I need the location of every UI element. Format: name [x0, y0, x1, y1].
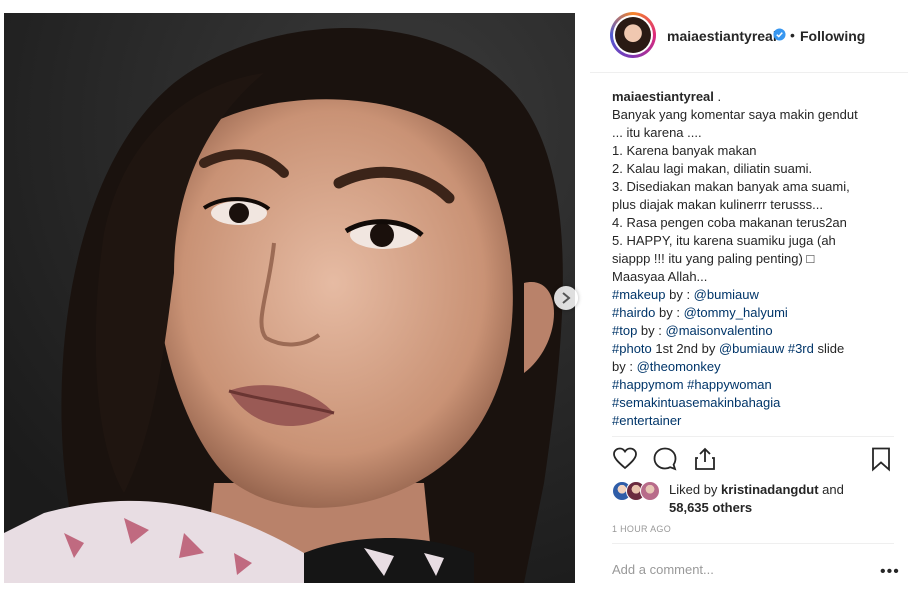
caption-line: #hairdo by : @tommy_halyumi: [612, 305, 788, 320]
caption-line: ... itu karena ....: [612, 125, 702, 140]
post: maiaestiantyreal • Following maiaestiant…: [0, 0, 908, 594]
action-bar: [612, 446, 902, 474]
divider: [590, 72, 908, 73]
divider: [612, 436, 894, 437]
caption-line: 2. Kalau lagi makan, diliatin suami.: [612, 161, 813, 176]
post-timestamp[interactable]: 1 HOUR AGO: [612, 524, 671, 534]
caption: maiaestiantyreal . Banyak yang komentar …: [612, 88, 894, 430]
caption-line: Banyak yang komentar saya makin gendut: [612, 107, 858, 122]
post-details-panel: maiaestiantyreal • Following maiaestiant…: [590, 0, 908, 594]
verified-badge-icon: [773, 28, 786, 41]
liker-avatars[interactable]: [612, 481, 664, 501]
caption-line: 5. HAPPY, itu karena suamiku juga (ah: [612, 233, 836, 248]
caption-line: #entertainer: [612, 412, 894, 430]
hashtag-link[interactable]: #top: [612, 323, 637, 338]
caption-line: Maasyaa Allah...: [612, 269, 708, 284]
caption-line: #top by : @maisonvalentino: [612, 323, 773, 338]
caption-line: #photo 1st 2nd by @bumiauw #3rd slide: [612, 341, 845, 356]
add-comment-input[interactable]: Add a comment...: [612, 562, 714, 577]
caption-line: plus diajak makan kulinerrr terusss...: [612, 197, 823, 212]
following-button[interactable]: Following: [800, 28, 865, 44]
hashtag-link[interactable]: #happymom: [612, 377, 684, 392]
likes-count[interactable]: 58,635 others: [669, 500, 752, 515]
chevron-right-icon: [562, 292, 571, 304]
mention-link[interactable]: @maisonvalentino: [666, 323, 773, 338]
hashtag-link[interactable]: #makeup: [612, 287, 665, 302]
post-photo[interactable]: [4, 13, 575, 583]
liker-username[interactable]: kristinadangdut: [721, 482, 819, 497]
caption-line: #semakintuasemakinbahagia: [612, 394, 894, 412]
divider: [612, 543, 894, 544]
hashtag-link[interactable]: #entertainer: [612, 413, 681, 428]
caption-first-line: maiaestiantyreal .: [612, 88, 894, 106]
hashtag-link[interactable]: #happywoman: [687, 377, 772, 392]
caption-line: #makeup by : @bumiauw: [612, 287, 759, 302]
caption-line: #happymom #happywoman: [612, 376, 894, 394]
post-header: maiaestiantyreal • Following: [590, 8, 908, 64]
caption-username[interactable]: maiaestiantyreal: [612, 89, 714, 104]
more-options-icon[interactable]: •••: [880, 563, 900, 581]
hashtag-link[interactable]: #hairdo: [612, 305, 655, 320]
likes-row: Liked by kristinadangdut and 58,635 othe…: [612, 479, 902, 515]
comment-icon[interactable]: [652, 446, 678, 472]
hashtag-link[interactable]: #semakintuasemakinbahagia: [612, 395, 780, 410]
hashtag-link[interactable]: #photo: [612, 341, 652, 356]
mention-link[interactable]: @tommy_halyumi: [684, 305, 788, 320]
portrait-image: [4, 13, 575, 583]
caption-line: 4. Rasa pengen coba makanan terus2an: [612, 215, 847, 230]
caption-line: siappp !!! itu yang paling penting) □: [612, 251, 815, 266]
caption-line: 3. Disediakan makan banyak ama suami,: [612, 179, 850, 194]
mention-link[interactable]: @bumiauw: [719, 341, 784, 356]
bookmark-icon[interactable]: [868, 446, 894, 472]
likes-summary: Liked by kristinadangdut and 58,635 othe…: [669, 482, 844, 515]
header-username[interactable]: maiaestiantyreal: [667, 28, 777, 44]
avatar-image: [615, 17, 651, 53]
heart-icon[interactable]: [612, 446, 638, 472]
header-separator: •: [790, 27, 795, 43]
mention-link[interactable]: @theomonkey: [637, 359, 721, 374]
hashtag-link[interactable]: #3rd: [788, 341, 814, 356]
avatar: [613, 15, 653, 55]
story-ring[interactable]: [610, 12, 656, 58]
mention-link[interactable]: @bumiauw: [694, 287, 759, 302]
caption-text: .: [713, 89, 722, 104]
liker-avatar: [640, 481, 660, 501]
next-slide-button[interactable]: [554, 286, 578, 310]
caption-line: 1. Karena banyak makan: [612, 143, 757, 158]
share-icon[interactable]: [692, 446, 718, 472]
caption-line: by : @theomonkey: [612, 359, 721, 374]
